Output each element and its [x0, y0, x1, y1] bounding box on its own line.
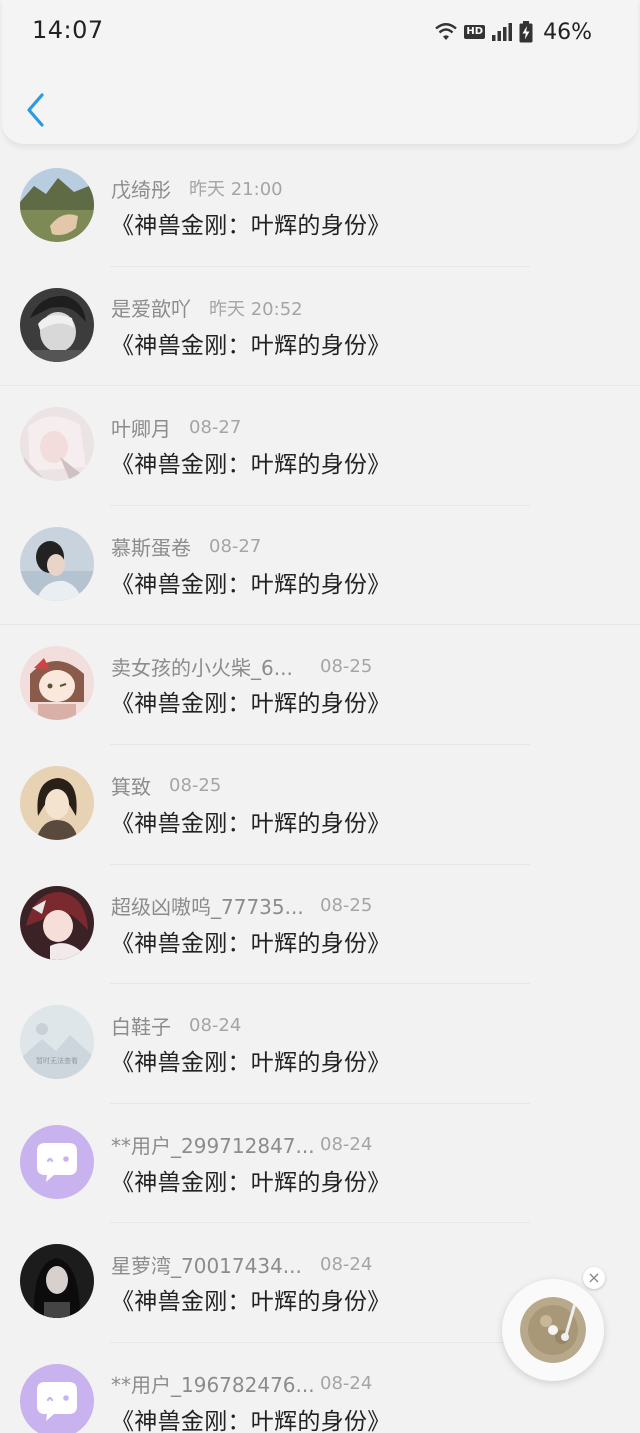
- default-chat-bubble-icon: [20, 1363, 94, 1433]
- username[interactable]: 卖女孩的小火柴_6...: [111, 652, 293, 681]
- battery-charging-icon: [519, 21, 533, 43]
- status-icons: HD 46%: [434, 17, 592, 47]
- status-time: 14:07: [32, 16, 104, 44]
- comment-time: 08-25: [320, 655, 373, 677]
- list-item[interactable]: 叶卿月 08-27 《神兽金刚：叶辉的身份》: [0, 386, 640, 506]
- pale-anime-girl-avatar: [20, 407, 94, 482]
- username[interactable]: 星萝湾_70017434...: [111, 1250, 302, 1279]
- username[interactable]: **用户_299712847...: [111, 1130, 315, 1159]
- username[interactable]: **用户_196782476...: [111, 1369, 315, 1398]
- list-item[interactable]: 戊绮彤 昨天 21:00 《神兽金刚：叶辉的身份》: [0, 147, 640, 267]
- header: 14:07 HD 46%: [0, 0, 640, 145]
- avatar[interactable]: 暂时无法查看: [20, 1005, 94, 1080]
- avatar[interactable]: [20, 407, 94, 482]
- comment-message: 《神兽金刚：叶辉的身份》: [111, 332, 391, 359]
- avatar[interactable]: [20, 526, 94, 601]
- comment-message: 《神兽金刚：叶辉的身份》: [111, 452, 391, 479]
- avatar[interactable]: [20, 646, 94, 721]
- username[interactable]: 超级凶嗷呜_77735...: [111, 891, 304, 920]
- username[interactable]: 是爱歆吖: [111, 293, 191, 322]
- comment-time: 08-24: [189, 1014, 242, 1036]
- comment-message: 《神兽金刚：叶辉的身份》: [111, 213, 391, 239]
- list-item[interactable]: 箕致 08-25 《神兽金刚：叶辉的身份》: [0, 745, 640, 865]
- list-item[interactable]: 卖女孩的小火柴_6... 08-25 《神兽金刚：叶辉的身份》: [0, 625, 640, 745]
- avatar[interactable]: [20, 168, 94, 242]
- list-item[interactable]: 暂时无法查看 白鞋子 08-24 《神兽金刚：叶辉的身份》: [0, 984, 640, 1104]
- floating-music-player[interactable]: [502, 1279, 604, 1381]
- comment-time: 08-25: [320, 895, 373, 917]
- comment-meta: 叶卿月 08-27: [111, 413, 241, 441]
- comment-time: 08-24: [320, 1373, 373, 1395]
- music-disc-icon: [520, 1297, 586, 1363]
- comment-message: 《神兽金刚：叶辉的身份》: [111, 1408, 391, 1433]
- username[interactable]: 叶卿月: [111, 413, 171, 442]
- image-unavailable-icon: 暂时无法查看: [20, 1005, 94, 1080]
- avatar-caption: 暂时无法查看: [36, 1056, 78, 1065]
- comment-list: 戊绮彤 昨天 21:00 《神兽金刚：叶辉的身份》 是爱歆吖 昨天 20:52 …: [0, 147, 640, 1433]
- comment-meta: 是爱歆吖 昨天 20:52: [111, 294, 303, 322]
- landscape-photo-avatar: [20, 168, 94, 242]
- comment-time: 08-24: [320, 1134, 373, 1156]
- comment-message: 《神兽金刚：叶辉的身份》: [111, 1050, 391, 1077]
- comment-meta: **用户_196782476... 08-24: [111, 1369, 372, 1398]
- list-item[interactable]: 超级凶嗷呜_77735... 08-25 《神兽金刚：叶辉的身份》: [0, 865, 640, 985]
- girl-photo-avatar: [20, 526, 94, 601]
- list-item[interactable]: 慕斯蛋卷 08-27 《神兽金刚：叶辉的身份》: [0, 506, 640, 626]
- comment-message: 《神兽金刚：叶辉的身份》: [111, 571, 391, 598]
- comment-message: 《神兽金刚：叶辉的身份》: [111, 930, 391, 957]
- avatar[interactable]: [20, 765, 94, 840]
- list-item[interactable]: 是爱歆吖 昨天 20:52 《神兽金刚：叶辉的身份》: [0, 267, 640, 387]
- username[interactable]: 白鞋子: [111, 1011, 171, 1040]
- comment-time: 08-25: [169, 775, 222, 797]
- comment-meta: 卖女孩的小火柴_6... 08-25: [111, 652, 372, 681]
- comment-meta: 戊绮彤 昨天 21:00: [111, 174, 283, 202]
- avatar[interactable]: [20, 1363, 94, 1433]
- comment-message: 《神兽金刚：叶辉的身份》: [111, 810, 391, 837]
- comment-time: 昨天 20:52: [209, 298, 303, 320]
- chibi-girl-avatar: [20, 646, 94, 721]
- comment-time: 昨天 21:00: [189, 179, 283, 200]
- avatar[interactable]: [20, 885, 94, 960]
- avatar[interactable]: [20, 1124, 94, 1199]
- wifi-icon: [435, 23, 458, 40]
- anime-boy-avatar: [20, 287, 94, 362]
- comment-meta: 超级凶嗷呜_77735... 08-25: [111, 891, 372, 920]
- red-anime-girl-avatar: [20, 885, 94, 960]
- battery-percent: 46%: [543, 19, 592, 45]
- username[interactable]: 戊绮彤: [111, 174, 171, 203]
- avatar[interactable]: [20, 1244, 94, 1319]
- comment-meta: 慕斯蛋卷 08-27: [111, 533, 261, 561]
- comment-meta: 星萝湾_70017434... 08-24: [111, 1250, 372, 1279]
- comment-meta: 箕致 08-25: [111, 772, 221, 800]
- avatar[interactable]: [20, 287, 94, 362]
- back-button[interactable]: [18, 88, 54, 132]
- comment-message: 《神兽金刚：叶辉的身份》: [111, 1289, 391, 1316]
- comment-meta: **用户_299712847... 08-24: [111, 1130, 372, 1159]
- close-player-button[interactable]: ×: [583, 1267, 605, 1289]
- signal-icon: [492, 23, 513, 41]
- default-chat-bubble-icon: [20, 1124, 94, 1199]
- username[interactable]: 慕斯蛋卷: [111, 532, 191, 561]
- username[interactable]: 箕致: [111, 771, 151, 800]
- comment-time: 08-27: [189, 416, 242, 438]
- comment-message: 《神兽金刚：叶辉的身份》: [111, 691, 391, 718]
- sketch-girl-avatar: [20, 765, 94, 840]
- list-item[interactable]: **用户_299712847... 08-24 《神兽金刚：叶辉的身份》: [0, 1104, 640, 1224]
- comment-time: 08-24: [320, 1253, 373, 1275]
- comment-time: 08-27: [209, 536, 262, 558]
- dark-photo-avatar: [20, 1244, 94, 1319]
- comment-meta: 白鞋子 08-24: [111, 1011, 241, 1039]
- chevron-left-icon: [27, 93, 44, 127]
- hd-icon: HD: [464, 25, 486, 39]
- comment-message: 《神兽金刚：叶辉的身份》: [111, 1169, 391, 1196]
